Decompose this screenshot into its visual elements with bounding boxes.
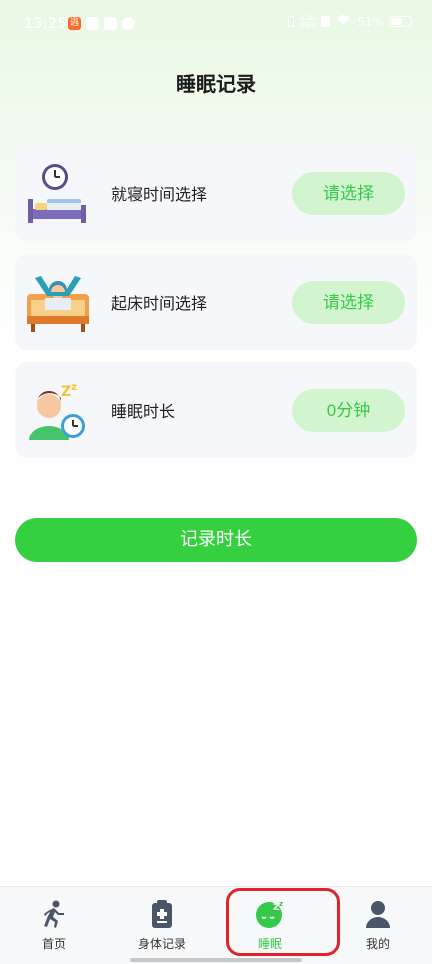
svg-text:z: z (71, 382, 77, 393)
bottom-tab-bar: 首页 身体记录 Z z 睡眠 我的 (0, 886, 432, 964)
mail-notification-icon (86, 17, 99, 30)
wakeup-select-button[interactable]: 请选择 (292, 281, 405, 324)
sleep-duration-card: Z z 睡眠时长 0分钟 (15, 362, 417, 458)
sync-notification-icon (122, 17, 135, 30)
tab-home[interactable]: 首页 (0, 887, 108, 964)
battery-icon (390, 16, 412, 27)
status-time: 13:25 (24, 16, 67, 32)
clipboard-plus-icon (147, 899, 177, 929)
battery-percent: 51% (357, 14, 384, 29)
vibrate-icon (287, 16, 294, 27)
tab-body-record-label: 身体记录 (137, 937, 186, 951)
status-bar: 13:25 逃 0.20 KB/s 51% (0, 0, 432, 50)
app-notification-icon: 逃 (68, 17, 81, 30)
active-tab-highlight (226, 888, 340, 956)
running-person-icon (39, 899, 69, 929)
user-icon (363, 899, 393, 929)
wakeup-card: 起床时间选择 请选择 (15, 254, 417, 350)
svg-text:Z: Z (61, 384, 71, 400)
bed-clock-icon (25, 159, 91, 225)
bedtime-label: 就寝时间选择 (111, 185, 208, 204)
tab-home-label: 首页 (41, 937, 66, 951)
sleep-duration-value[interactable]: 0分钟 (292, 389, 405, 432)
box-notification-icon (104, 17, 117, 30)
tab-mine-label: 我的 (365, 937, 390, 951)
wakeup-label: 起床时间选择 (111, 294, 208, 313)
tab-body-record[interactable]: 身体记录 (108, 887, 216, 964)
sleep-duration-label: 睡眠时长 (111, 402, 176, 421)
sim-icon (321, 16, 331, 27)
bedtime-select-button[interactable]: 请选择 (292, 172, 405, 215)
tab-mine[interactable]: 我的 (324, 887, 432, 964)
home-indicator (130, 958, 302, 962)
page-title: 睡眠记录 (176, 72, 256, 96)
net-speed: 0.20 KB/s (299, 13, 316, 29)
bedtime-card: 就寝时间选择 请选择 (15, 145, 417, 241)
wake-up-icon (25, 268, 91, 334)
sleep-duration-icon: Z z (25, 376, 91, 442)
record-duration-button[interactable]: 记录时长 (15, 518, 417, 562)
wifi-icon (336, 14, 351, 29)
